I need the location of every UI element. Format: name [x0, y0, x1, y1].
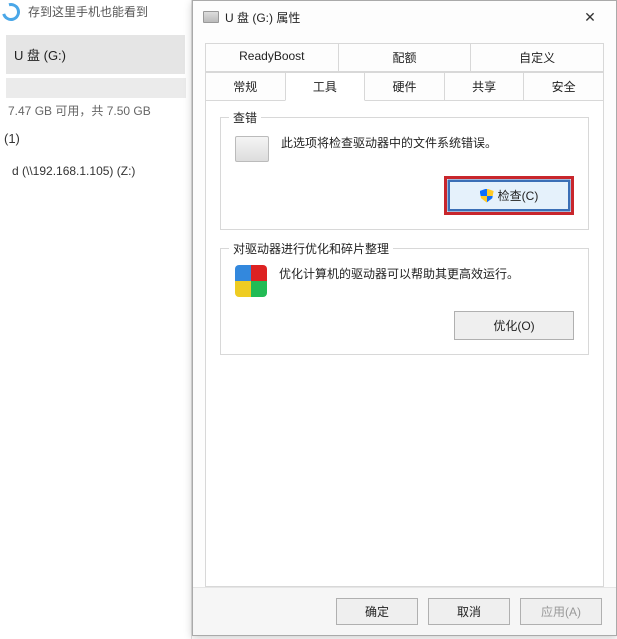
- defrag-body: 优化计算机的驱动器可以帮助其更高效运行。: [235, 265, 574, 297]
- defrag-desc: 优化计算机的驱动器可以帮助其更高效运行。: [279, 265, 519, 284]
- dialog-button-row: 确定 取消 应用(A): [193, 587, 616, 635]
- top-hint-row: 存到这里手机也能看到: [0, 0, 191, 23]
- sync-icon: [0, 0, 23, 23]
- cancel-button[interactable]: 取消: [428, 598, 510, 625]
- uac-shield-icon: [480, 189, 494, 203]
- tab-readyboost[interactable]: ReadyBoost: [205, 43, 339, 72]
- titlebar: U 盘 (G:) 属性 ✕: [193, 1, 616, 33]
- sidebar-network-drive[interactable]: d (\\192.168.1.105) (Z:): [0, 156, 191, 186]
- sidebar-pane: 存到这里手机也能看到 U 盘 (G:) 7.47 GB 可用，共 7.50 GB…: [0, 0, 192, 639]
- section-count: (1): [0, 121, 191, 156]
- apply-button[interactable]: 应用(A): [520, 598, 602, 625]
- tab-panel-tools: 查错 此选项将检查驱动器中的文件系统错误。 检查(C) 对驱动器进行优化和碎片整…: [205, 101, 604, 587]
- close-button[interactable]: ✕: [568, 3, 612, 31]
- apply-button-label: 应用(A): [541, 605, 581, 619]
- tab-custom[interactable]: 自定义: [470, 43, 604, 72]
- disconnected-icon: ✕: [0, 186, 220, 208]
- error-check-desc: 此选项将检查驱动器中的文件系统错误。: [281, 134, 497, 153]
- top-hint-text: 存到这里手机也能看到: [22, 1, 154, 22]
- tabs-container: ReadyBoost 配额 自定义 常规 工具 硬件 共享 安全: [193, 33, 616, 101]
- sidebar-drive-selected[interactable]: U 盘 (G:): [6, 35, 185, 74]
- check-button-label: 检查(C): [498, 187, 539, 204]
- properties-dialog: U 盘 (G:) 属性 ✕ ReadyBoost 配额 自定义 常规 工具 硬件…: [192, 0, 617, 636]
- tab-sharing[interactable]: 共享: [444, 72, 525, 101]
- sidebar-drive-name: U 盘 (G:): [14, 45, 177, 64]
- check-button-highlight: 检查(C): [444, 176, 574, 215]
- ok-button[interactable]: 确定: [336, 598, 418, 625]
- defrag-icon: [235, 265, 267, 297]
- cancel-button-label: 取消: [457, 605, 481, 619]
- optimize-button-label: 优化(O): [493, 319, 534, 333]
- error-check-body: 此选项将检查驱动器中的文件系统错误。: [235, 134, 574, 162]
- drive-icon: [203, 11, 219, 23]
- check-button[interactable]: 检查(C): [449, 181, 569, 210]
- sidebar-drive-space: 7.47 GB 可用，共 7.50 GB: [0, 100, 191, 121]
- dialog-title: U 盘 (G:) 属性: [225, 9, 568, 26]
- optimize-button[interactable]: 优化(O): [454, 311, 574, 340]
- drive-illustration-icon: [235, 136, 269, 162]
- groupbox-defrag: 对驱动器进行优化和碎片整理 优化计算机的驱动器可以帮助其更高效运行。 优化(O): [220, 248, 589, 355]
- groupbox-error-check: 查错 此选项将检查驱动器中的文件系统错误。 检查(C): [220, 117, 589, 230]
- sidebar-drive-bar: [6, 78, 186, 98]
- groupbox-error-check-title: 查错: [229, 109, 261, 126]
- tab-quota[interactable]: 配额: [338, 43, 472, 72]
- tab-security[interactable]: 安全: [523, 72, 604, 101]
- tabs-row-1: ReadyBoost 配额 自定义: [205, 43, 604, 72]
- ok-button-label: 确定: [365, 605, 389, 619]
- groupbox-defrag-title: 对驱动器进行优化和碎片整理: [229, 240, 393, 257]
- tab-general[interactable]: 常规: [205, 72, 286, 101]
- tabs-row-2: 常规 工具 硬件 共享 安全: [205, 72, 604, 101]
- tab-hardware[interactable]: 硬件: [364, 72, 445, 101]
- tab-tools[interactable]: 工具: [285, 72, 366, 101]
